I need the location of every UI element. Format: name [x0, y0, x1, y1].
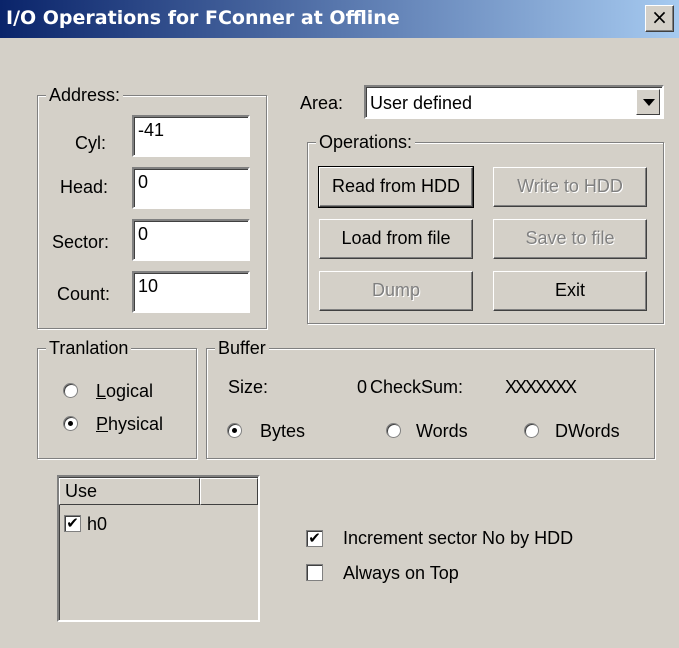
dwords-label[interactable]: DWords [555, 420, 620, 442]
checksum-label: CheckSum: [370, 377, 464, 397]
h0-label: h0 [87, 514, 108, 534]
logical-label[interactable]: Logical [96, 380, 153, 402]
save-to-file-button[interactable]: Save to file [493, 219, 647, 259]
close-icon: × [651, 5, 668, 29]
physical-label[interactable]: Physical [96, 413, 163, 435]
second-column-header[interactable] [200, 478, 258, 505]
use-list[interactable]: Use ✔ h0 [57, 475, 260, 622]
always-on-top-label[interactable]: Always on Top [343, 562, 459, 584]
count-label: Count: [57, 284, 111, 304]
buffer-group: Buffer [206, 337, 655, 459]
size-label: Size: [228, 377, 269, 397]
cyl-label: Cyl: [75, 133, 106, 153]
head-input[interactable]: 0 [132, 167, 250, 209]
bytes-label[interactable]: Bytes [260, 420, 305, 442]
close-button[interactable]: × [645, 5, 674, 32]
load-from-file-button[interactable]: Load from file [319, 219, 473, 259]
title-bar[interactable]: I/O Operations for FConner at Offline × [0, 0, 679, 38]
area-selected-value: User defined [370, 93, 473, 113]
checksum-value: XXXXXXX [505, 377, 577, 397]
bytes-radio[interactable] [227, 423, 242, 438]
operations-legend: Operations: [316, 131, 416, 153]
logical-radio[interactable] [63, 383, 78, 398]
always-on-top-checkbox[interactable] [306, 564, 323, 581]
use-column-header[interactable]: Use [59, 478, 200, 505]
increment-checkbox[interactable]: ✔ [306, 530, 323, 547]
window-title: I/O Operations for FConner at Offline [6, 7, 400, 29]
count-input[interactable]: 10 [132, 271, 250, 313]
physical-radio[interactable] [63, 416, 78, 431]
io-operations-dialog: I/O Operations for FConner at Offline × … [0, 0, 679, 648]
area-dropdown[interactable]: User defined [364, 85, 664, 119]
buffer-legend: Buffer [215, 337, 269, 359]
words-radio[interactable] [386, 423, 401, 438]
words-label[interactable]: Words [416, 420, 468, 442]
write-to-hdd-button[interactable]: Write to HDD [493, 167, 647, 207]
area-label: Area: [300, 93, 344, 113]
h0-checkbox[interactable]: ✔ [64, 515, 81, 532]
size-value: 0 [357, 377, 368, 397]
sector-label: Sector: [52, 232, 110, 252]
exit-button[interactable]: Exit [493, 271, 647, 311]
translation-group: Tranlation [37, 337, 197, 459]
cyl-input[interactable]: -41 [132, 115, 250, 157]
chevron-down-icon[interactable] [636, 89, 660, 115]
address-legend: Address: [46, 84, 124, 106]
dwords-radio[interactable] [524, 423, 539, 438]
translation-legend: Tranlation [46, 337, 132, 359]
read-from-hdd-button[interactable]: Read from HDD [318, 166, 474, 208]
list-item[interactable]: ✔ h0 [64, 513, 214, 537]
dump-button[interactable]: Dump [319, 271, 473, 311]
head-label: Head: [60, 177, 109, 197]
sector-input[interactable]: 0 [132, 219, 250, 261]
increment-label[interactable]: Increment sector No by HDD [343, 527, 573, 549]
